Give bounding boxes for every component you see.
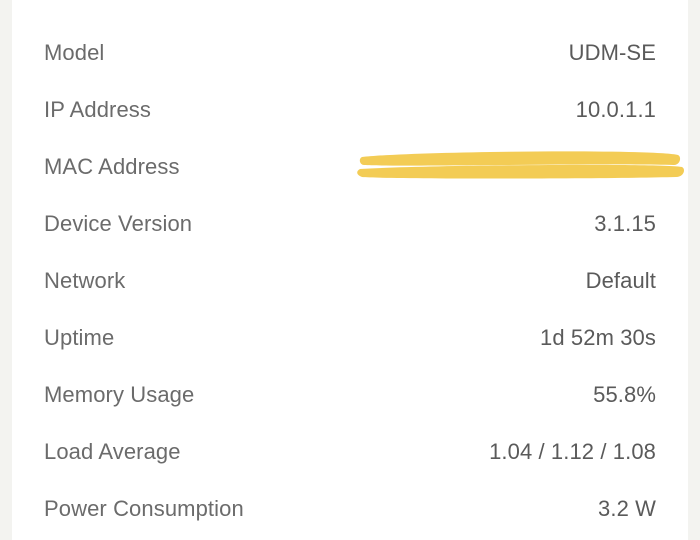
value-uptime: 1d 52m 30s xyxy=(540,325,656,351)
row-device-version: Device Version 3.1.15 xyxy=(44,195,656,252)
value-mac-address xyxy=(371,151,656,183)
value-ip-address: 10.0.1.1 xyxy=(576,97,656,123)
label-model: Model xyxy=(44,40,104,66)
label-uptime: Uptime xyxy=(44,325,114,351)
device-details-panel: Model UDM-SE IP Address 10.0.1.1 MAC Add… xyxy=(12,0,688,540)
value-device-version: 3.1.15 xyxy=(594,211,656,237)
row-memory-usage: Memory Usage 55.8% xyxy=(44,366,656,423)
row-model: Model UDM-SE xyxy=(44,24,656,81)
row-uptime: Uptime 1d 52m 30s xyxy=(44,309,656,366)
row-load-average: Load Average 1.04 / 1.12 / 1.08 xyxy=(44,423,656,480)
label-mac-address: MAC Address xyxy=(44,154,180,180)
row-power-consumption: Power Consumption 3.2 W xyxy=(44,480,656,537)
label-load-average: Load Average xyxy=(44,439,181,465)
row-network: Network Default xyxy=(44,252,656,309)
redaction-highlight-icon xyxy=(371,151,656,177)
value-network: Default xyxy=(586,268,656,294)
label-ip-address: IP Address xyxy=(44,97,151,123)
row-ip-address: IP Address 10.0.1.1 xyxy=(44,81,656,138)
value-power-consumption: 3.2 W xyxy=(598,496,656,522)
value-memory-usage: 55.8% xyxy=(593,382,656,408)
row-mac-address: MAC Address xyxy=(44,138,656,195)
value-model: UDM-SE xyxy=(569,40,656,66)
label-memory-usage: Memory Usage xyxy=(44,382,194,408)
label-power-consumption: Power Consumption xyxy=(44,496,244,522)
label-device-version: Device Version xyxy=(44,211,192,237)
value-load-average: 1.04 / 1.12 / 1.08 xyxy=(489,439,656,465)
label-network: Network xyxy=(44,268,125,294)
